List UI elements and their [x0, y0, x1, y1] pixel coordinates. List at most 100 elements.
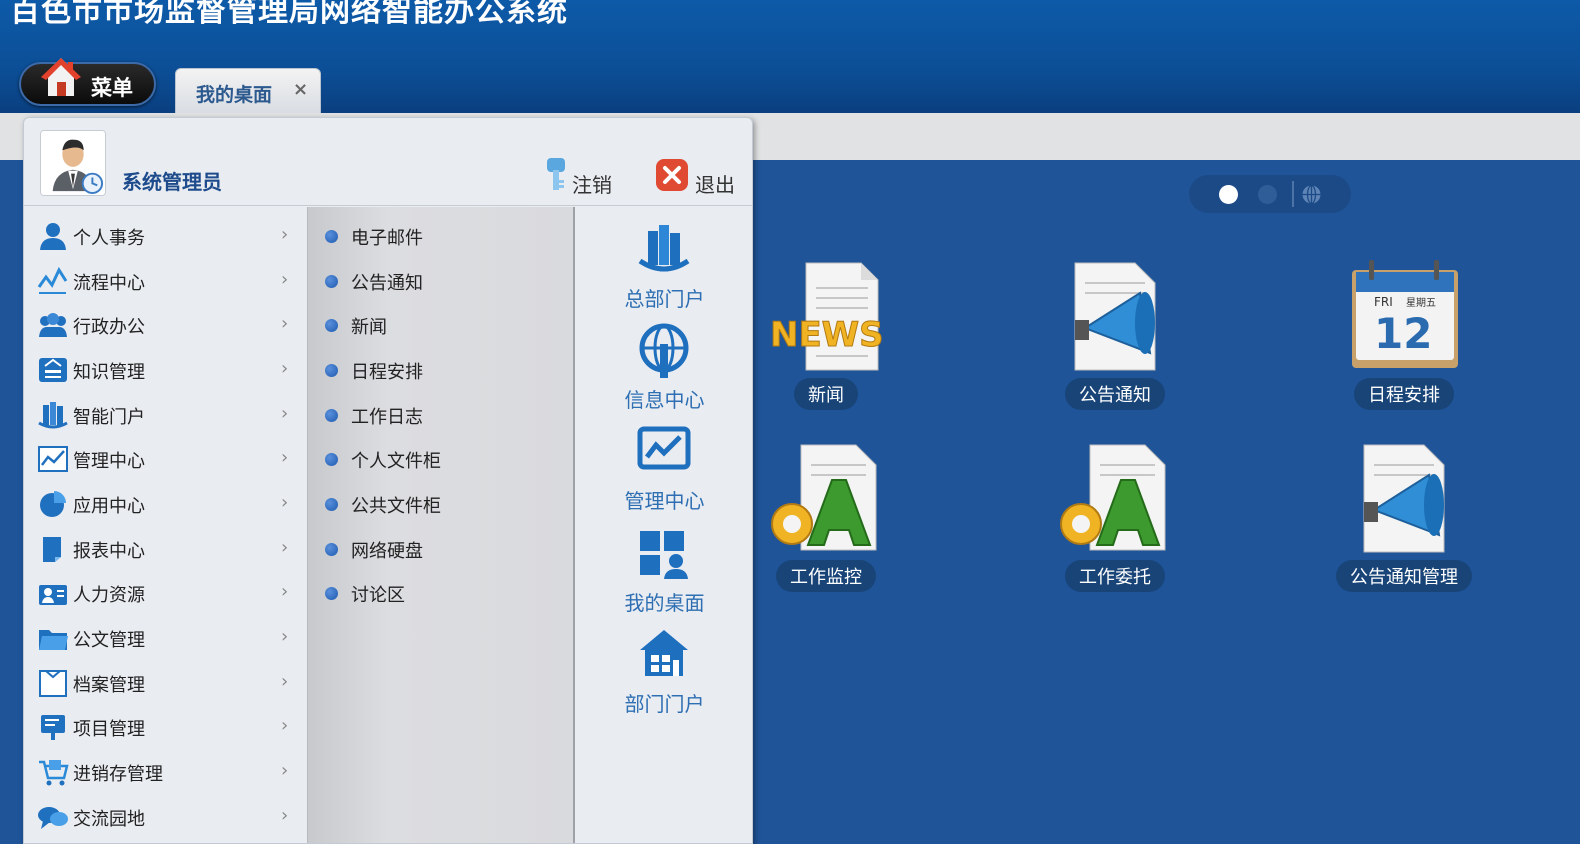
menu-item-report-center[interactable]: 报表中心 ›: [24, 527, 307, 571]
portal-department[interactable]: 部门门户: [575, 626, 752, 726]
app-schedule[interactable]: FRI 星期五 12 日程安排: [1304, 258, 1504, 418]
tab-my-desktop[interactable]: 我的桌面 ×: [175, 68, 321, 114]
oa-document-icon: [771, 444, 877, 551]
submenu-label: 电子邮件: [351, 228, 423, 249]
submenu-label: 个人文件柜: [351, 451, 441, 472]
menu-item-smart-portal[interactable]: 智能门户 ›: [24, 393, 307, 437]
svg-text:NEWS: NEWS: [770, 315, 884, 355]
knowledge-icon: [39, 358, 67, 382]
menu-item-management-center[interactable]: 管理中心 ›: [24, 437, 307, 481]
bullet-icon: [325, 543, 338, 556]
tab-label: 我的桌面: [196, 84, 273, 106]
submenu-item-news[interactable]: 新闻: [308, 303, 576, 347]
key-icon: [547, 158, 565, 190]
app-announcement-management[interactable]: 公告通知管理: [1304, 440, 1504, 600]
submenu-item-announcements[interactable]: 公告通知: [308, 259, 576, 303]
menu-item-document-management[interactable]: 公文管理 ›: [24, 616, 307, 660]
menu-item-project-management[interactable]: 项目管理 ›: [24, 705, 307, 749]
flow-icon: [37, 267, 68, 294]
menu-item-application-center[interactable]: 应用中心 ›: [24, 482, 307, 526]
portal-management-center[interactable]: 管理中心: [575, 423, 752, 523]
menu-item-label: 公文管理: [73, 630, 145, 651]
start-menu-button[interactable]: 菜单: [19, 58, 156, 106]
app-label: 公告通知: [1065, 378, 1165, 410]
chevron-right-icon: ›: [281, 492, 289, 513]
menu-item-label: 档案管理: [73, 675, 145, 696]
svg-text:星期五: 星期五: [1406, 297, 1436, 309]
menu-item-label: 个人事务: [73, 228, 145, 249]
start-menu-header: 系统管理员 注销 退出: [24, 118, 752, 206]
chevron-right-icon: ›: [281, 403, 289, 424]
submenu-item-work-log[interactable]: 工作日志: [308, 393, 576, 437]
chevron-right-icon: ›: [281, 269, 289, 290]
app-label: 工作委托: [1065, 560, 1165, 592]
globe-icon[interactable]: [1301, 184, 1322, 205]
submenu-list: 电子邮件 公告通知 新闻 日程安排 工作日志 个人文件柜 公共文件柜 网络硬盘 …: [307, 207, 576, 843]
portal-list: 总部门户 信息中心 管理中心 我的桌面 部门门户: [575, 207, 752, 843]
folder-icon: [39, 630, 68, 650]
portal-info-center[interactable]: 信息中心: [575, 322, 752, 422]
bullet-icon: [325, 364, 338, 377]
portal-my-desktop[interactable]: 我的桌面: [575, 525, 752, 625]
menu-item-administration[interactable]: 行政办公 ›: [24, 303, 307, 347]
chevron-right-icon: ›: [281, 671, 289, 692]
menu-item-label: 知识管理: [73, 362, 145, 383]
megaphone-icon: [1363, 444, 1445, 553]
menu-item-label: 人力资源: [73, 585, 145, 606]
page-dot-1[interactable]: [1219, 185, 1238, 204]
chevron-right-icon: ›: [281, 313, 289, 334]
chevron-right-icon: ›: [281, 447, 289, 468]
project-icon: [41, 715, 65, 740]
app-work-delegation[interactable]: 工作委托: [1015, 440, 1215, 600]
submenu-item-public-files[interactable]: 公共文件柜: [308, 482, 576, 526]
menu-item-label: 行政办公: [73, 317, 145, 338]
menu-item-personal-affairs[interactable]: 个人事务 ›: [24, 214, 307, 258]
menu-item-inventory-management[interactable]: 进销存管理 ›: [24, 750, 307, 794]
chevron-right-icon: ›: [281, 760, 289, 781]
page-dot-2[interactable]: [1258, 185, 1277, 204]
tab-close-icon[interactable]: ×: [293, 79, 308, 100]
management-chart-icon: [637, 426, 691, 470]
news-icon: NEWS: [770, 262, 884, 371]
app-work-monitor[interactable]: 工作监控: [726, 440, 926, 600]
menu-item-archive-management[interactable]: 档案管理 ›: [24, 661, 307, 705]
submenu-item-network-disk[interactable]: 网络硬盘: [308, 527, 576, 571]
portal-label: 我的桌面: [624, 591, 705, 615]
app-label: 新闻: [794, 378, 858, 410]
pager-divider: [1292, 181, 1294, 207]
desktop-pager: [1189, 175, 1351, 213]
bullet-icon: [325, 453, 338, 466]
menu-item-communication[interactable]: 交流园地 ›: [24, 795, 307, 839]
submenu-item-discussion[interactable]: 讨论区: [308, 571, 576, 615]
submenu-label: 日程安排: [351, 362, 423, 383]
chevron-right-icon: ›: [281, 537, 289, 558]
app-announcement[interactable]: 公告通知: [1015, 258, 1215, 418]
submenu-label: 公告通知: [351, 273, 423, 294]
menu-item-label: 项目管理: [73, 719, 145, 740]
report-icon: [43, 537, 61, 562]
submenu-item-schedule[interactable]: 日程安排: [308, 348, 576, 392]
menu-item-human-resources[interactable]: 人力资源 ›: [24, 571, 307, 615]
submenu-label: 新闻: [351, 317, 387, 338]
portal-headquarters[interactable]: 总部门户: [575, 221, 752, 321]
menu-item-knowledge-management[interactable]: 知识管理 ›: [24, 348, 307, 392]
app-news[interactable]: NEWS 新闻: [726, 258, 926, 418]
portal-label: 总部门户: [624, 287, 705, 311]
start-menu-panel: 系统管理员 注销 退出 个人事务 › 流程中心 › 行政办公 › 知识管理 › …: [23, 117, 753, 844]
submenu-label: 工作日志: [351, 407, 423, 428]
menu-item-workflow-center[interactable]: 流程中心 ›: [24, 259, 307, 303]
user-avatar-icon: [40, 130, 106, 196]
group-icon: [39, 313, 67, 337]
chat-icon: [38, 807, 68, 829]
info-globe-icon: [639, 323, 689, 378]
headquarters-icon: [638, 225, 690, 272]
bullet-icon: [325, 587, 338, 600]
exit-label: 退出: [695, 173, 735, 197]
app-label: 工作监控: [776, 560, 876, 592]
submenu-item-email[interactable]: 电子邮件: [308, 214, 576, 258]
submenu-item-personal-files[interactable]: 个人文件柜: [308, 437, 576, 481]
app-label: 公告通知管理: [1336, 560, 1472, 592]
pie-icon: [40, 491, 66, 517]
menu-item-label: 智能门户: [73, 407, 145, 428]
submenu-label: 公共文件柜: [351, 496, 441, 517]
